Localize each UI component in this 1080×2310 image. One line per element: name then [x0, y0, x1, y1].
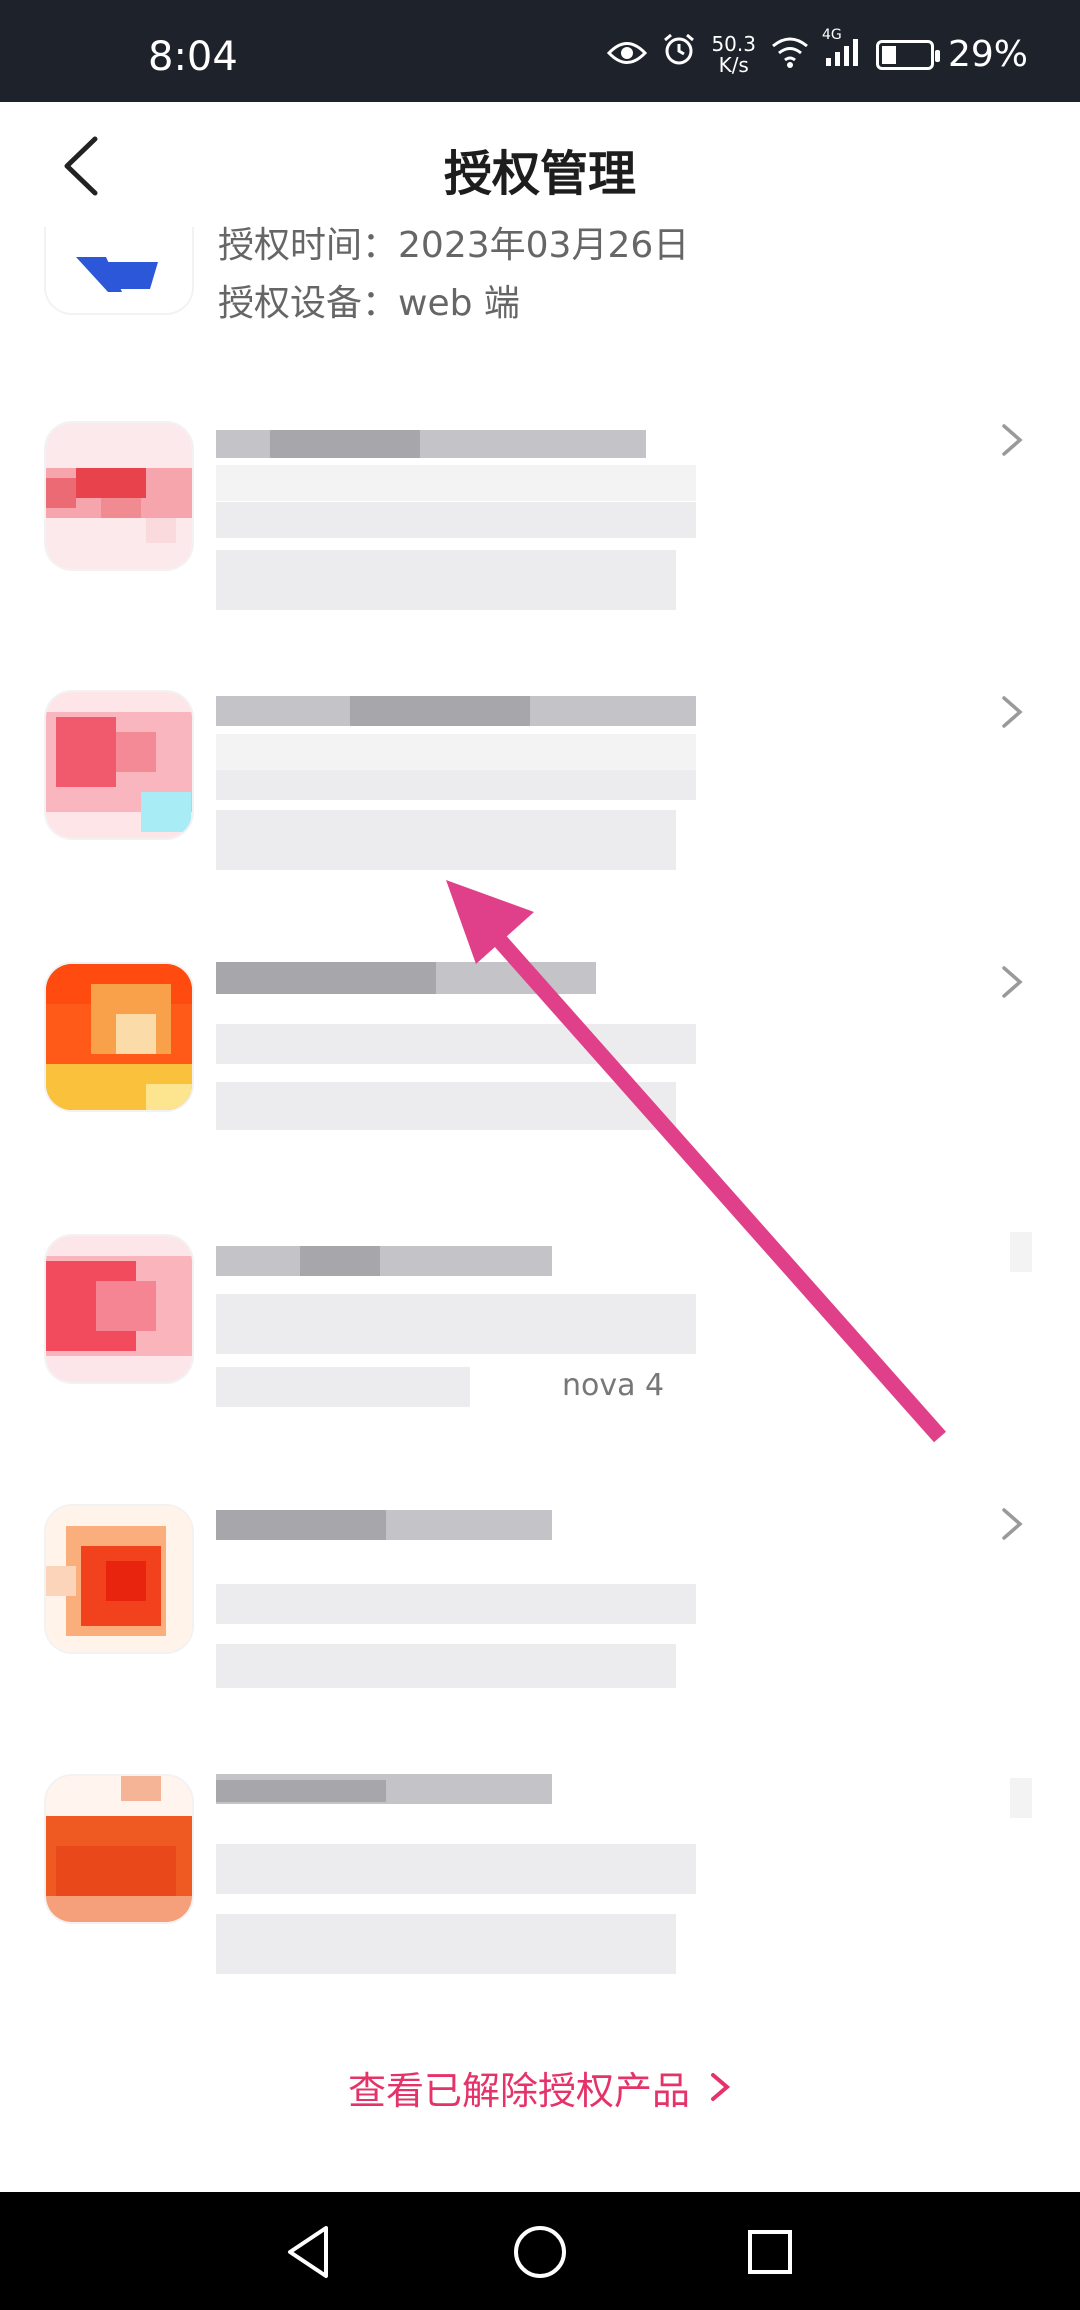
app-icon: [46, 1506, 192, 1652]
blurred-title: [216, 1510, 386, 1540]
device-text: nova 4: [562, 1368, 665, 1403]
blurred-time: [216, 1844, 696, 1894]
authorized-item[interactable]: [0, 1764, 1080, 2004]
app-icon: [46, 1776, 192, 1922]
chevron-right-icon: [1002, 966, 1023, 998]
chevron-right-icon: [708, 2069, 732, 2113]
app-icon: [46, 964, 192, 1110]
chevron-right-icon: [1002, 696, 1023, 728]
nav-recents-icon[interactable]: [738, 2220, 802, 2284]
blurred-time: [216, 1584, 696, 1624]
authorized-item[interactable]: [0, 682, 1080, 922]
app-icon: [46, 1236, 192, 1382]
battery-percent: 29%: [947, 34, 1028, 75]
nav-home-icon[interactable]: [508, 2220, 572, 2284]
app-icon: [46, 227, 192, 313]
blurred-time: [216, 1024, 696, 1064]
nav-back-icon[interactable]: [278, 2220, 342, 2284]
status-icons: 50.3 K/s 4G 29%: [607, 27, 1028, 77]
blurred-device: [216, 1082, 676, 1130]
signal-icon: 4G: [822, 27, 862, 77]
view-unauthorized-products-link[interactable]: 查看已解除授权产品: [0, 2060, 1080, 2115]
app-icon: [46, 423, 192, 569]
chevron-right-icon: [1002, 424, 1023, 456]
blurred-device: [216, 550, 676, 610]
alarm-icon: [661, 32, 697, 77]
page-title: 授权管理: [443, 146, 636, 202]
auth-time-row: 授权时间：2023年03月26日: [218, 225, 690, 266]
wifi-icon: [770, 33, 810, 77]
navigation-bar: [0, 2192, 1080, 2310]
eye-icon: [607, 33, 648, 77]
blurred-time: [216, 770, 696, 800]
blurred-device: [216, 1914, 676, 1974]
auth-device-row: 授权设备：web 端: [218, 283, 520, 324]
status-time: 8:04: [148, 34, 238, 80]
blurred-title: [216, 962, 436, 994]
chevron-right-icon: [1002, 1508, 1023, 1540]
authorized-item[interactable]: [0, 952, 1080, 1192]
net-speed: 50.3 K/s: [711, 31, 756, 77]
app-icon: [46, 692, 192, 838]
blurred-title: [216, 1246, 552, 1276]
authorized-item[interactable]: [0, 1494, 1080, 1734]
blurred-device: [216, 810, 676, 870]
blurred-device: [216, 1644, 676, 1688]
blurred-time: [216, 1294, 696, 1354]
authorized-item[interactable]: [0, 410, 1080, 650]
authorized-item[interactable]: nova 4: [0, 1222, 1080, 1462]
header: 授权管理: [0, 102, 1080, 227]
status-bar: 8:04 50.3 K/s 4G 29%: [0, 0, 1080, 102]
blurred-time: [216, 502, 696, 538]
battery-charging-icon: [875, 39, 940, 70]
